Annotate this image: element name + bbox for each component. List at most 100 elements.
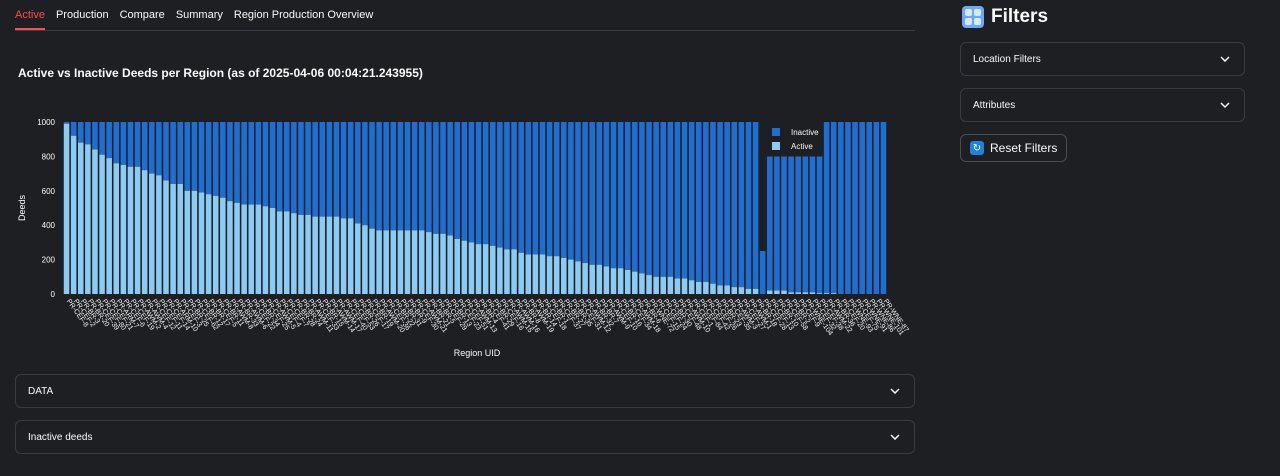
bar-inactive [106,122,112,159]
bar-active [653,276,659,294]
bar-inactive [575,122,581,262]
bar-active [830,293,837,294]
bar-inactive [639,122,645,274]
bar-inactive [383,122,389,231]
bar-active [418,230,425,294]
bar-active [767,290,773,294]
bar-active [120,165,127,294]
bar-inactive [518,122,524,253]
bar-active [532,254,539,294]
bar-inactive [830,122,837,294]
bar-inactive [525,122,532,255]
bar-inactive [866,122,873,294]
bar-active [77,142,84,294]
bar-inactive [603,122,610,267]
bar-active [319,216,326,294]
bar-inactive [418,122,425,231]
bar-active [525,254,532,294]
bar-inactive [163,122,169,181]
bar-active [731,287,738,294]
tab-production[interactable]: Production [56,0,109,30]
bar-inactive [298,122,304,215]
bar-active [404,230,411,294]
bar-inactive [738,122,745,288]
bar-active [440,233,446,294]
bar-inactive [653,122,659,277]
bar-inactive [248,122,255,205]
bar-inactive [845,122,851,294]
bar-inactive [234,122,240,203]
legend-swatch-active [772,142,780,150]
bar-inactive [568,122,574,260]
bar-inactive [838,122,844,294]
bar-active [639,273,645,294]
bar-active [227,201,233,294]
bar-active [703,281,709,294]
bar-inactive [184,122,191,191]
bar-inactive [703,122,709,282]
data-expander[interactable]: DATA [15,374,915,408]
bar-active [390,230,397,294]
bar-inactive [312,122,318,217]
bar-active [127,166,134,294]
bar-inactive [504,122,510,250]
tab-summary[interactable]: Summary [176,0,223,30]
bar-active [156,175,162,294]
bar-active [63,123,70,294]
bar-active [781,290,787,294]
bar-active [241,204,247,294]
bar-inactive [212,122,219,196]
reset-filters-button[interactable]: ↻ Reset Filters [960,134,1068,162]
bar-active [85,144,91,294]
bar-active [326,216,333,294]
bar-inactive [482,122,489,245]
bar-active [276,211,283,294]
bar-active [568,259,574,294]
bar-active [248,204,255,294]
tab-region-production-overview[interactable]: Region Production Overview [234,0,373,30]
bar-inactive [85,122,91,145]
chevron-down-icon [888,384,902,398]
location-filters-expander[interactable]: Location Filters [960,42,1245,76]
bar-active [291,213,297,294]
bar-active [454,238,461,294]
attributes-expander[interactable]: Attributes [960,88,1245,122]
bar-inactive [340,122,347,219]
bar-inactive [170,122,176,184]
bar-active [724,285,730,294]
bar-active [816,293,823,294]
bar-inactive [255,122,262,205]
bar-active [610,268,617,294]
bar-active [92,149,98,294]
location-filters-label: Location Filters [973,53,1041,65]
bar-active [660,276,667,294]
bar-inactive [63,122,70,124]
bar-inactive [92,122,98,150]
bar-active [589,264,595,294]
bar-inactive [120,122,127,165]
bar-active [688,280,695,294]
y-tick-label: 1000 [37,118,55,127]
y-tick-label: 400 [42,221,56,230]
bar-active [596,264,603,294]
bar-active [482,244,489,294]
bar-active [212,195,219,294]
bar-inactive [113,122,120,164]
stacked-bar-chart: 02004006008001000PR-CEF-8PR-CEF-2PR-BR-3… [17,118,910,358]
bar-inactive [823,122,830,294]
bar-inactive [205,122,212,195]
bar-inactive [617,122,624,269]
bar-inactive [77,122,84,143]
bar-inactive [241,122,247,205]
bar-inactive [610,122,617,269]
bar-active [632,271,638,294]
bar-inactive [134,122,141,167]
bar-anomaly [759,251,766,294]
tab-active[interactable]: Active [15,0,45,30]
bar-active [646,275,652,294]
tab-compare[interactable]: Compare [120,0,165,30]
bar-active [426,232,432,294]
bar-inactive [468,122,475,243]
inactive-deeds-expander[interactable]: Inactive deeds [15,420,915,454]
inactive-deeds-expander-label: Inactive deeds [28,431,93,443]
